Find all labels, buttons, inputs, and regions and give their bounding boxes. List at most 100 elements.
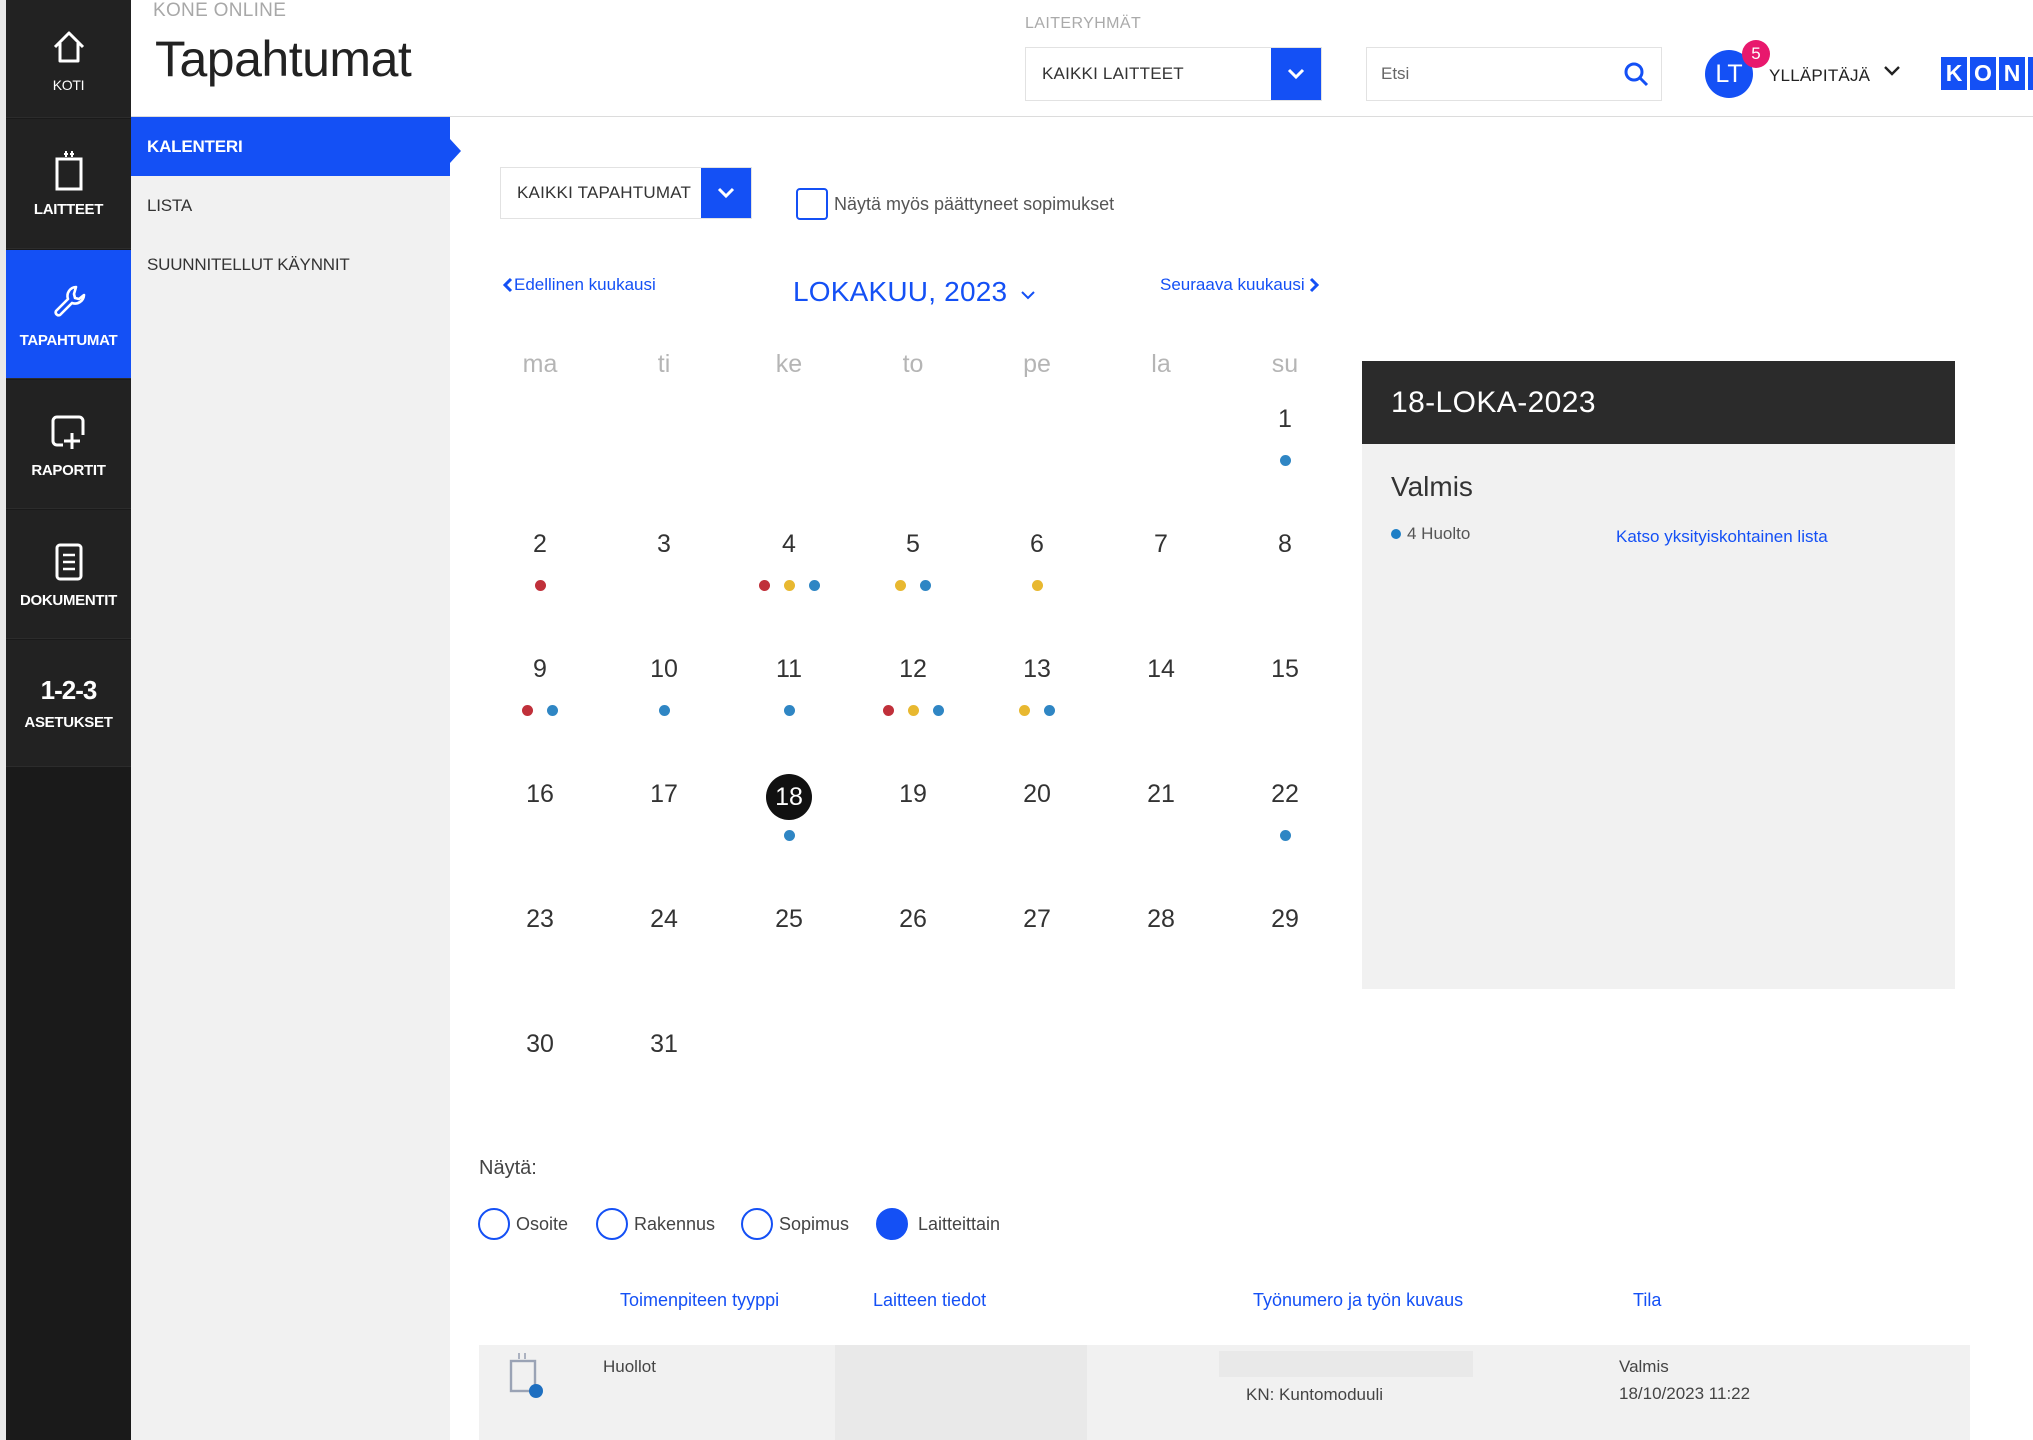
event-dot-blue	[1279, 830, 1291, 841]
chevron-down-icon[interactable]	[1883, 64, 1901, 82]
chevron-right-icon	[1309, 277, 1319, 293]
page-title: Tapahtumat	[155, 31, 412, 87]
calendar-day[interactable]: 24	[634, 905, 694, 934]
equipment-group-value: KAIKKI LAITTEET	[1042, 64, 1184, 83]
event-dot-red	[522, 705, 533, 716]
calendar-day[interactable]: 9	[510, 655, 570, 684]
event-dot-red	[758, 580, 770, 591]
event-dot-blue	[1279, 455, 1291, 466]
equipment-group-label: LAITERYHMÄT	[1025, 15, 1142, 32]
detail-status: Valmis	[1391, 471, 1473, 502]
table-row[interactable]: Huollot KN: Kuntomoduuli Valmis 18/10/20…	[479, 1345, 1970, 1440]
detail-list-link[interactable]: Katso yksityiskohtainen lista	[1616, 523, 1836, 550]
search-input[interactable]	[1367, 49, 1611, 99]
radio-button[interactable]	[741, 1208, 773, 1240]
search-icon[interactable]	[1611, 61, 1661, 87]
rail-item-tapahtumat[interactable]: TAPAHTUMAT	[6, 250, 131, 379]
active-indicator-arrow	[450, 139, 461, 163]
radio-label: Laitteittain	[918, 1213, 1001, 1234]
calendar-day[interactable]: 12	[883, 655, 943, 684]
home-icon	[47, 25, 91, 69]
calendar-day[interactable]: 14	[1131, 655, 1191, 684]
subnav-item-kalenteri[interactable]: KALENTERI	[131, 117, 450, 176]
rail-label: LAITTEET	[33, 201, 104, 218]
view-label: Näytä:	[479, 1157, 537, 1179]
wrench-icon	[47, 280, 91, 324]
next-month-link[interactable]: Seuraava kuukausi	[1160, 275, 1320, 295]
chevron-down-icon[interactable]	[1271, 48, 1321, 100]
notification-badge[interactable]: 5	[1742, 40, 1770, 68]
detail-item: 4 Huolto	[1391, 524, 1470, 544]
calendar-day[interactable]: 2	[510, 530, 570, 559]
chevron-down-icon[interactable]	[701, 168, 751, 218]
rail-item-laitteet[interactable]: LAITTEET	[6, 119, 131, 249]
search-box	[1366, 47, 1662, 101]
calendar-day[interactable]: 26	[883, 905, 943, 934]
radio-button[interactable]	[596, 1208, 628, 1240]
rail-item-asetukset[interactable]: 1-2-3 ASETUKSET	[6, 640, 131, 767]
calendar-day[interactable]: 29	[1255, 905, 1315, 934]
month-picker[interactable]: LOKAKUU, 2023	[793, 276, 1037, 308]
event-type-select[interactable]: KAIKKI TAPAHTUMAT	[500, 167, 752, 219]
view-option-rakennus[interactable]: Rakennus	[596, 1208, 715, 1240]
calendar-day[interactable]: 5	[883, 530, 943, 559]
view-option-sopimus[interactable]: Sopimus	[741, 1208, 849, 1240]
calendar-day[interactable]: 1	[1255, 405, 1315, 434]
rail-item-koti[interactable]: KOTI	[6, 0, 131, 118]
equipment-group-select[interactable]: KAIKKI LAITTEET	[1025, 47, 1322, 101]
calendar-day[interactable]: 25	[759, 905, 819, 934]
user-role-menu[interactable]: YLLÄPITÄJÄ	[1769, 66, 1870, 86]
row-status: Valmis	[1619, 1357, 1669, 1376]
calendar-day[interactable]: 11	[759, 655, 819, 684]
rail-item-raportit[interactable]: RAPORTIT	[6, 380, 131, 509]
calendar-day[interactable]: 30	[510, 1030, 570, 1059]
column-header-action-type[interactable]: Toimenpiteen tyyppi	[620, 1290, 779, 1311]
previous-month-link[interactable]: Edellinen kuukausi	[502, 275, 656, 295]
calendar-day[interactable]: 22	[1255, 780, 1315, 809]
show-ended-checkbox[interactable]	[796, 188, 828, 220]
calendar-day[interactable]: 6	[1007, 530, 1067, 559]
event-dot-red	[534, 580, 546, 591]
subnav-item-lista[interactable]: LISTA	[131, 176, 450, 235]
calendar-day[interactable]: 4	[759, 530, 819, 559]
event-dot-yellow	[783, 580, 795, 591]
event-dot-blue	[547, 705, 558, 716]
logo-letter: O	[1970, 57, 1996, 90]
rail-item-dokumentit[interactable]: DOKUMENTIT	[6, 510, 131, 639]
column-header-equipment-info[interactable]: Laitteen tiedot	[873, 1290, 986, 1311]
calendar-day[interactable]: 7	[1131, 530, 1191, 559]
event-dot-blue	[783, 705, 795, 716]
show-ended-label: Näytä myös päättyneet sopimukset	[834, 193, 1115, 214]
view-option-laitteittain[interactable]: Laitteittain	[876, 1208, 1000, 1240]
calendar-day[interactable]: 13	[1007, 655, 1067, 684]
calendar-day-selected[interactable]: 18	[766, 774, 812, 820]
sub-navigation: KALENTERI LISTA SUUNNITELLUT KÄYNNIT	[131, 117, 450, 1440]
day-detail-panel: 18-LOKA-2023 Valmis 4 Huolto Katso yksit…	[1362, 361, 1955, 989]
calendar-day[interactable]: 27	[1007, 905, 1067, 934]
event-dot-yellow	[907, 705, 919, 716]
column-header-status[interactable]: Tila	[1633, 1290, 1661, 1311]
radio-button[interactable]	[478, 1208, 510, 1240]
rail-label: ASETUKSET	[24, 714, 113, 731]
calendar-day[interactable]: 31	[634, 1030, 694, 1059]
calendar-day[interactable]: 28	[1131, 905, 1191, 934]
view-option-osoite[interactable]: Osoite	[478, 1208, 568, 1240]
column-header-work-number[interactable]: Työnumero ja työn kuvaus	[1253, 1290, 1463, 1311]
calendar-day[interactable]: 16	[510, 780, 570, 809]
calendar-day[interactable]: 19	[883, 780, 943, 809]
weekday-label: ke	[775, 350, 803, 378]
calendar-day[interactable]: 23	[510, 905, 570, 934]
calendar-day[interactable]: 8	[1255, 530, 1315, 559]
radio-button-selected[interactable]	[876, 1208, 908, 1240]
calendar-day[interactable]: 15	[1255, 655, 1315, 684]
chevron-down-icon	[1021, 291, 1035, 300]
subnav-item-suunnitellut-kaynnit[interactable]: SUUNNITELLUT KÄYNNIT	[131, 235, 450, 294]
calendar-day[interactable]: 10	[634, 655, 694, 684]
event-dot-red	[882, 705, 894, 716]
calendar-day[interactable]: 21	[1131, 780, 1191, 809]
calendar-day[interactable]: 17	[634, 780, 694, 809]
steps-icon: 1-2-3	[40, 675, 98, 705]
calendar-day[interactable]: 20	[1007, 780, 1067, 809]
event-dot-blue	[932, 705, 944, 716]
calendar-day[interactable]: 3	[634, 530, 694, 559]
